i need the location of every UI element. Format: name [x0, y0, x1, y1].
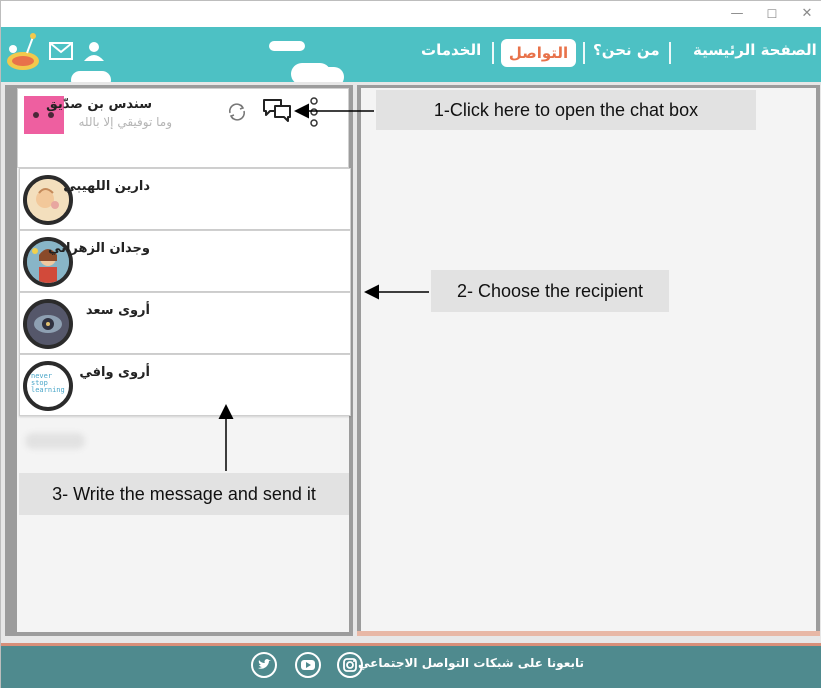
nav-services[interactable]: الخدمات — [421, 41, 481, 59]
more-options-icon[interactable] — [309, 97, 319, 127]
contact-name: أروى سعد — [85, 303, 150, 318]
twitter-icon[interactable] — [251, 652, 277, 678]
contact-item[interactable]: وجدان الزهراني — [19, 230, 351, 292]
cloud-decoration — [316, 67, 344, 82]
nav-home[interactable]: الصفحة الرئيسية — [693, 41, 817, 59]
nav-communication[interactable]: التواصل — [501, 39, 576, 67]
contacts-list: سندس بن صدّيق وما توفيقي إلا بالله دارين… — [17, 88, 351, 632]
footer-accent-line — [1, 643, 821, 646]
annotation-step1: 1-Click here to open the chat box — [376, 90, 756, 130]
chat-panel-accent — [357, 631, 820, 636]
chat-panel — [357, 85, 820, 636]
annotation-step2: 2- Choose the recipient — [431, 270, 669, 312]
current-user-name: سندس بن صدّيق — [46, 97, 152, 112]
refresh-icon[interactable] — [226, 101, 248, 123]
nav-separator — [492, 42, 494, 64]
annotation-step3: 3- Write the message and send it — [19, 473, 349, 515]
mail-icon[interactable] — [48, 39, 74, 63]
avatar: never stop learning — [23, 361, 73, 411]
chat-area[interactable] — [361, 88, 816, 633]
cloud-decoration — [269, 41, 305, 51]
avatar — [23, 299, 73, 349]
app-window: — ☐ ✕ الخدمات التواصل من نحن؟ الصفحة الر… — [0, 0, 821, 688]
maximize-button[interactable]: ☐ — [762, 5, 782, 23]
nav-separator — [669, 42, 671, 64]
contact-item[interactable]: never stop learning أروى وافي — [19, 354, 351, 416]
user-icon[interactable] — [81, 39, 107, 63]
footer-follow-text: تابعونا على شبكات التواصل الاجتماعي — [358, 656, 584, 670]
nav-about[interactable]: من نحن؟ — [593, 41, 660, 59]
youtube-icon[interactable] — [295, 652, 321, 678]
chat-icon[interactable] — [262, 98, 292, 122]
logo-icon[interactable] — [5, 31, 41, 75]
nav-separator — [583, 42, 585, 64]
contact-name: أروى وافي — [79, 365, 150, 380]
avatar-text-line: learning — [31, 386, 65, 394]
minimize-button[interactable]: — — [727, 5, 747, 23]
close-button[interactable]: ✕ — [797, 5, 817, 23]
contact-item[interactable]: دارين اللهيبي — [19, 168, 351, 230]
contact-item[interactable]: أروى سعد — [19, 292, 351, 354]
contact-name: دارين اللهيبي — [63, 179, 150, 194]
title-bar: — ☐ ✕ — [1, 1, 821, 27]
contact-name: وجدان الزهراني — [47, 241, 150, 256]
header-bar: الخدمات التواصل من نحن؟ الصفحة الرئيسية — [1, 27, 821, 82]
current-user-card: سندس بن صدّيق وما توفيقي إلا بالله — [17, 88, 349, 168]
cloud-decoration — [71, 71, 111, 82]
blurred-placeholder — [25, 433, 85, 449]
contacts-panel: سندس بن صدّيق وما توفيقي إلا بالله دارين… — [5, 85, 353, 636]
current-user-status: وما توفيقي إلا بالله — [78, 115, 172, 129]
